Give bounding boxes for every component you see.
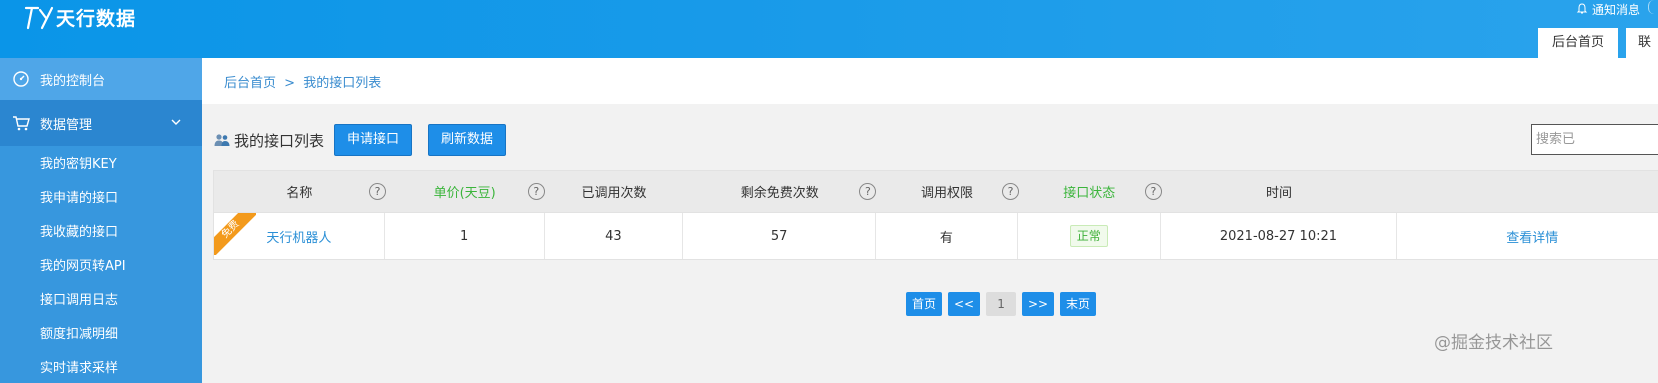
breadcrumb-separator: > (284, 76, 296, 91)
cell-action: 查看详情 (1397, 213, 1658, 259)
brand-logo[interactable]: 天行数据 (24, 3, 136, 31)
brand-name: 天行数据 (56, 7, 137, 30)
table-row: 免费 天行机器人 1 43 57 有 正常 2021-08-27 10:21 查… (214, 213, 1658, 259)
column-header-permission: 调用权限 ? (876, 171, 1020, 212)
free-ribbon-label: 免费 (214, 213, 256, 255)
column-header-free-left: 剩余免费次数 ? (683, 171, 877, 212)
list-toolbar: 我的接口列表 申请接口 刷新数据 (214, 124, 522, 156)
table-header: 名称 ? 单价(天豆) ? 已调用次数 剩余免费次数 ? 调用权限 ? 接口状态… (214, 171, 1658, 213)
status-badge: 正常 (1069, 225, 1108, 247)
api-table: 名称 ? 单价(天豆) ? 已调用次数 剩余免费次数 ? 调用权限 ? 接口状态… (213, 170, 1658, 260)
cell-name: 免费 天行机器人 (214, 213, 385, 259)
breadcrumb-home[interactable]: 后台首页 (224, 76, 276, 91)
page-prev-button[interactable]: << (948, 292, 981, 316)
cell-price: 1 (385, 213, 545, 259)
help-icon[interactable]: ? (859, 183, 877, 200)
page-tabs: 后台首页 联 (1532, 28, 1658, 58)
users-icon (214, 134, 230, 146)
logo-mark-icon (24, 6, 54, 30)
breadcrumb-current[interactable]: 我的接口列表 (303, 76, 381, 91)
sidebar-item-my-key[interactable]: 我的密钥KEY (0, 148, 202, 182)
sidebar-item-favorite-apis[interactable]: 我收藏的接口 (0, 216, 202, 250)
sidebar-group-label: 数据管理 (40, 117, 93, 133)
breadcrumb-bar: 后台首页 > 我的接口列表 (202, 58, 1658, 104)
cell-called: 43 (545, 213, 684, 259)
column-header-status: 接口状态 ? (1018, 171, 1162, 212)
header-label: 剩余免费次数 (740, 186, 819, 201)
sidebar-item-call-log[interactable]: 接口调用日志 (0, 284, 202, 318)
column-header-time: 时间 (1161, 171, 1398, 212)
help-icon[interactable]: ? (1002, 183, 1020, 200)
cell-free-left: 57 (683, 213, 877, 259)
refresh-data-button[interactable]: 刷新数据 (428, 124, 507, 156)
header-label: 单价(天豆) (433, 186, 496, 201)
cell-status: 正常 (1018, 213, 1161, 259)
column-header-called: 已调用次数 (545, 171, 684, 212)
help-icon[interactable]: ? (1144, 183, 1162, 200)
tab-admin-home[interactable]: 后台首页 (1537, 28, 1618, 58)
page-first-button[interactable]: 首页 (906, 292, 943, 316)
sidebar-sub-list: 我的密钥KEY 我申请的接口 我收藏的接口 我的网页转API 接口调用日志 额度… (0, 146, 202, 383)
view-details-link[interactable]: 查看详情 (1506, 227, 1558, 246)
top-header: 天行数据 通知消息 后台首页 联 (0, 0, 1658, 58)
apply-api-button[interactable]: 申请接口 (334, 124, 413, 156)
notice-count-edge (1648, 0, 1658, 14)
chevron-down-icon (171, 119, 181, 125)
sidebar-item-web-to-api[interactable]: 我的网页转API (0, 250, 202, 284)
page-current[interactable]: 1 (986, 292, 1017, 316)
column-header-price: 单价(天豆) ? (385, 171, 545, 212)
dashboard-gauge-icon (13, 71, 29, 87)
sidebar-item-label: 我的控制台 (40, 73, 106, 89)
sidebar-item-applied-apis[interactable]: 我申请的接口 (0, 182, 202, 216)
cell-permission: 有 (876, 213, 1018, 259)
sidebar-item-request-sampling[interactable]: 实时请求采样 (0, 352, 202, 383)
sidebar: 我的控制台 数据管理 我的密钥KEY 我申请的接口 我收藏的接口 我的网页转AP… (0, 58, 202, 383)
column-header-name: 名称 ? (214, 171, 386, 212)
header-label: 名称 (286, 186, 313, 201)
tab-partial[interactable]: 联 (1626, 28, 1658, 58)
page-title: 我的接口列表 (234, 131, 325, 150)
page-last-button[interactable]: 末页 (1060, 292, 1097, 316)
header-label: 时间 (1266, 186, 1293, 201)
header-label: 接口状态 (1063, 186, 1116, 201)
search-input[interactable]: 搜索已 (1531, 124, 1658, 155)
cart-icon (13, 116, 30, 131)
pagination: 首页 << 1 >> 末页 (906, 292, 1102, 316)
header-label: 已调用次数 (581, 186, 647, 201)
column-header-action (1397, 171, 1658, 212)
watermark: @掘金技术社区 (1434, 333, 1553, 353)
page: 天行数据 通知消息 后台首页 联 我的控制台 数据管理 我的密钥KEY 我申请的… (0, 0, 1658, 383)
cell-time: 2021-08-27 10:21 (1161, 213, 1398, 259)
notice-label: 通知消息 (1591, 2, 1640, 17)
bell-icon (1576, 3, 1588, 14)
help-icon[interactable]: ? (527, 183, 545, 200)
free-ribbon: 免费 (214, 213, 256, 255)
sidebar-item-quota-deduction[interactable]: 额度扣减明细 (0, 318, 202, 352)
page-next-button[interactable]: >> (1022, 292, 1055, 316)
breadcrumb: 后台首页 > 我的接口列表 (224, 72, 381, 91)
help-icon[interactable]: ? (369, 183, 386, 200)
sidebar-item-dashboard[interactable]: 我的控制台 (0, 58, 202, 100)
notice-link[interactable]: 通知消息 (1576, 0, 1640, 18)
sidebar-group-data-management[interactable]: 数据管理 (0, 100, 202, 146)
header-label: 调用权限 (920, 186, 973, 201)
api-name-link[interactable]: 天行机器人 (266, 227, 331, 246)
